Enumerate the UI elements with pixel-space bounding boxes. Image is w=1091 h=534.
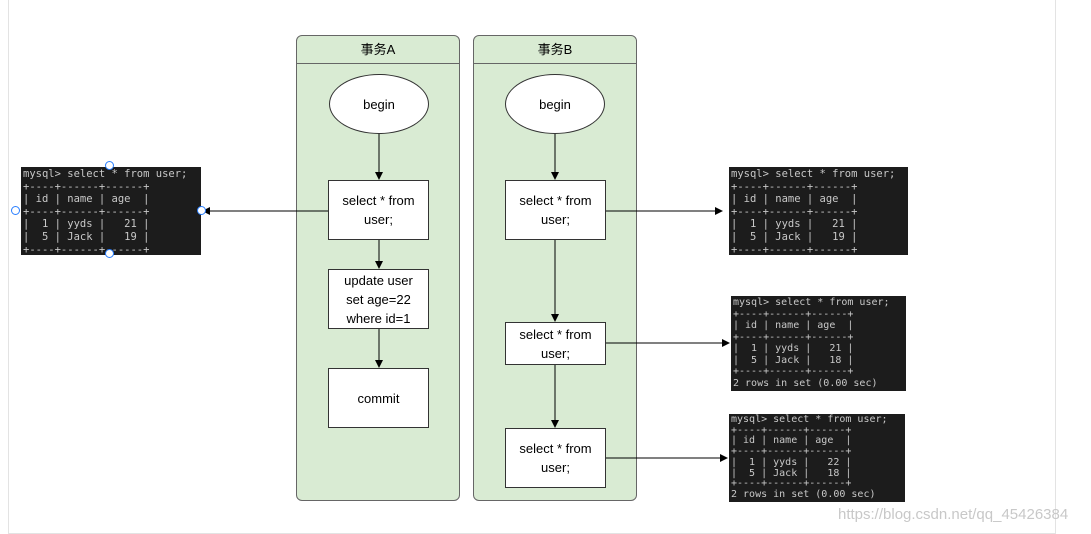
begin-node-b[interactable]: begin	[505, 74, 605, 134]
watermark: https://blog.csdn.net/qq_45426384	[838, 506, 1069, 523]
resize-handle[interactable]	[105, 249, 114, 258]
resize-handle[interactable]	[105, 161, 114, 170]
step-b-select-3[interactable]: select * from user;	[505, 428, 606, 488]
step-a-commit[interactable]: commit	[328, 368, 429, 428]
terminal-result-a[interactable]: mysql> select * from user; +----+------+…	[21, 167, 201, 255]
step-a-update[interactable]: update user set age=22 where id=1	[328, 269, 429, 329]
step-a-select[interactable]: select * from user;	[328, 180, 429, 240]
begin-node-a[interactable]: begin	[329, 74, 429, 134]
terminal-result-b2[interactable]: mysql> select * from user; +----+------+…	[731, 296, 906, 391]
terminal-result-b1[interactable]: mysql> select * from user; +----+------+…	[729, 167, 908, 255]
resize-handle[interactable]	[197, 206, 206, 215]
terminal-result-b3[interactable]: mysql> select * from user; +----+------+…	[729, 414, 905, 502]
step-b-select-2[interactable]: select * from user;	[505, 322, 606, 365]
step-b-select-1[interactable]: select * from user;	[505, 180, 606, 240]
resize-handle[interactable]	[11, 206, 20, 215]
